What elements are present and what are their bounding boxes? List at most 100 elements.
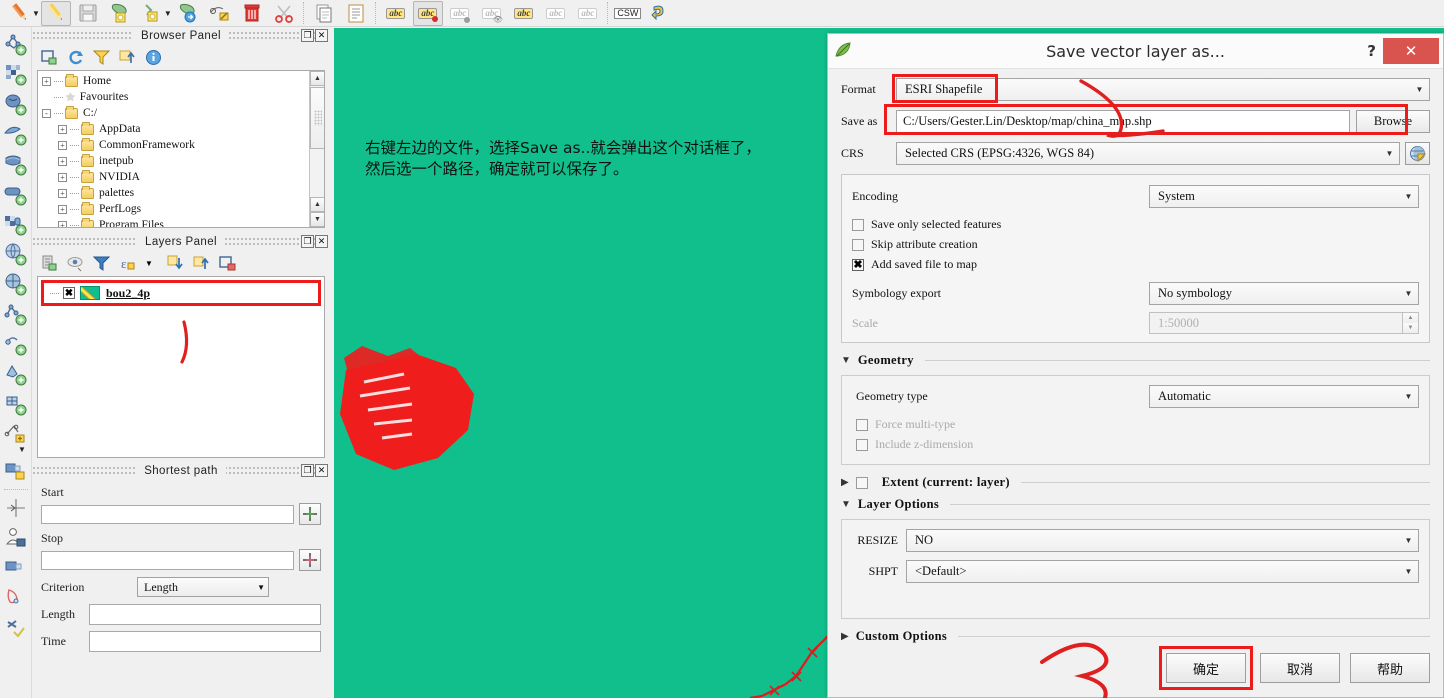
add-raster-layer-icon[interactable]	[2, 59, 30, 88]
label-move-icon[interactable]: abc	[509, 1, 539, 26]
tree-expander-icon[interactable]: +	[58, 124, 67, 134]
label-show-hide-icon[interactable]: abc 👁	[477, 1, 507, 26]
browser-scroll-down-icon[interactable]: ▼	[310, 212, 324, 227]
checkbox-row[interactable]: Include z-dimension	[856, 435, 1419, 454]
checkbox-row[interactable]: Force multi-type	[856, 415, 1419, 434]
filter-legend-expression-icon[interactable]: ε	[118, 254, 136, 272]
stop-input[interactable]	[41, 550, 294, 570]
scale-spinbox[interactable]: 1:50000 ▲ ▼	[1149, 312, 1419, 334]
add-mssql-layer-icon[interactable]	[2, 149, 30, 178]
add-arcgis-feature-server-icon[interactable]	[2, 389, 30, 418]
start-pick-crosshair-icon[interactable]	[299, 503, 321, 525]
user-profile-icon[interactable]	[2, 523, 30, 552]
move-feature-icon[interactable]	[137, 1, 167, 26]
ok-button[interactable]: 确定	[1166, 653, 1246, 683]
help-button[interactable]: 帮助	[1350, 653, 1430, 683]
collapse-all-icon[interactable]	[192, 254, 210, 272]
layer-option-select[interactable]: NO ▼	[906, 528, 1419, 552]
browser-panel-close-button[interactable]: ✕	[315, 29, 328, 42]
browse-button[interactable]: Browse	[1356, 110, 1430, 133]
extent-section-header[interactable]: ▶ Extent (current: layer)	[841, 475, 1430, 490]
add-wcs-layer-icon[interactable]	[2, 269, 30, 298]
tree-expander-icon[interactable]: -	[42, 108, 51, 118]
geometry-type-select[interactable]: Automatic ▼	[1149, 384, 1419, 408]
table-row[interactable]: ✖ bou2_4p	[44, 283, 318, 303]
dialog-close-button[interactable]: ✕	[1383, 38, 1439, 64]
criterion-select[interactable]: Length ▼	[137, 577, 269, 597]
shortest-path-close-button[interactable]: ✕	[315, 464, 328, 477]
refresh-icon[interactable]	[66, 48, 84, 66]
scale-increment-icon[interactable]: ▲	[1402, 313, 1418, 323]
properties-info-icon[interactable]	[144, 48, 162, 66]
symbology-export-select[interactable]: No symbology ▼	[1149, 281, 1419, 305]
new-shapefile-layer-icon[interactable]	[2, 419, 30, 448]
browser-tree-item[interactable]: + Home	[42, 73, 306, 89]
collapse-all-icon[interactable]	[118, 48, 136, 66]
shortest-path-float-button[interactable]: ❐	[301, 464, 314, 477]
checkbox-0[interactable]	[852, 218, 864, 231]
add-arcgis-map-server-icon[interactable]	[2, 359, 30, 388]
plugins-icon[interactable]	[2, 613, 30, 642]
tree-expander-icon[interactable]: +	[42, 76, 51, 86]
add-selected-layers-icon[interactable]	[40, 48, 58, 66]
copy-features-icon[interactable]	[309, 1, 339, 26]
tree-expander-icon[interactable]: +	[58, 156, 67, 166]
add-db2-layer-icon[interactable]	[2, 209, 30, 238]
checkbox-1[interactable]	[852, 238, 864, 251]
add-feature-icon[interactable]	[105, 1, 135, 26]
layer-options-section-header[interactable]: ▼ Layer Options	[841, 497, 1430, 512]
browser-tree-item[interactable]: + palettes	[42, 185, 306, 201]
dialog-help-icon[interactable]: ?	[1367, 42, 1376, 60]
browser-tree-item[interactable]: + AppData	[42, 121, 306, 137]
browser-scroll-down-mid-icon[interactable]: ▲	[310, 197, 324, 212]
checkbox-row[interactable]: Save only selected features	[852, 215, 1419, 234]
add-oracle-layer-icon[interactable]	[2, 179, 30, 208]
format-select[interactable]: ESRI Shapefile ▼	[896, 78, 1430, 101]
paste-features-icon[interactable]	[341, 1, 371, 26]
scale-decrement-icon[interactable]: ▼	[1402, 323, 1418, 333]
cancel-button[interactable]: 取消	[1260, 653, 1340, 683]
open-layer-styling-icon[interactable]	[40, 254, 58, 272]
browser-tree-item[interactable]: - C:/	[42, 105, 306, 121]
add-postgis-layer-icon[interactable]	[2, 89, 30, 118]
browser-panel-float-button[interactable]: ❐	[301, 29, 314, 42]
time-input[interactable]	[89, 631, 321, 652]
node-tool-icon[interactable]	[173, 1, 203, 26]
expand-all-icon[interactable]	[166, 254, 184, 272]
checkbox-row[interactable]: Skip attribute creation	[852, 235, 1419, 254]
start-input[interactable]	[41, 504, 294, 524]
browser-tree[interactable]: + Home ★ Favourites - C:/ + AppData + CommonFrame…	[37, 70, 325, 228]
stop-pick-crosshair-icon[interactable]	[299, 549, 321, 571]
vertex-tool-icon[interactable]	[205, 1, 235, 26]
filter-browser-icon[interactable]	[92, 48, 110, 66]
measure-icon[interactable]	[2, 583, 30, 612]
encoding-select[interactable]: System ▼	[1149, 184, 1419, 208]
tree-expander-icon[interactable]: +	[58, 188, 67, 198]
layers-panel-close-button[interactable]: ✕	[315, 235, 328, 248]
manage-layer-visibility-icon[interactable]	[66, 254, 84, 272]
length-input[interactable]	[89, 604, 321, 625]
delete-selected-icon[interactable]	[237, 1, 267, 26]
label-icon[interactable]: abc	[381, 1, 411, 26]
toggle-editing-icon[interactable]	[40, 0, 71, 26]
label-rotate-icon[interactable]: abc	[541, 1, 571, 26]
add-wfs-layer-icon[interactable]	[2, 299, 30, 328]
georeferencer-icon[interactable]	[2, 493, 30, 522]
cut-features-icon[interactable]	[269, 1, 299, 26]
extent-checkbox[interactable]	[855, 476, 868, 489]
pencil-orange-icon[interactable]	[5, 1, 35, 26]
geometry-section-header[interactable]: ▼ Geometry	[841, 353, 1430, 368]
save-vector-layer-dialog[interactable]: Save vector layer as... ? ✕ Format ESRI …	[827, 33, 1444, 698]
layers-list[interactable]: ✖ bou2_4p	[37, 276, 325, 458]
add-vector-layer-icon[interactable]	[2, 29, 30, 58]
browser-tree-item[interactable]: + NVIDIA	[42, 169, 306, 185]
tree-expander-icon[interactable]: +	[58, 140, 67, 150]
tree-expander-icon[interactable]: +	[58, 204, 67, 214]
csw-catalog-icon[interactable]: CSW	[613, 1, 643, 26]
save-layer-edits-icon[interactable]	[73, 1, 103, 26]
browser-tree-scrollbar[interactable]: ▲ ▲ ▼	[309, 71, 324, 227]
checkbox-0[interactable]	[856, 418, 868, 431]
new-spatialite-layer-icon[interactable]	[2, 553, 30, 582]
checkbox-row[interactable]: ✖ Add saved file to map	[852, 255, 1419, 274]
crs-select[interactable]: Selected CRS (EPSG:4326, WGS 84) ▼	[896, 142, 1400, 165]
